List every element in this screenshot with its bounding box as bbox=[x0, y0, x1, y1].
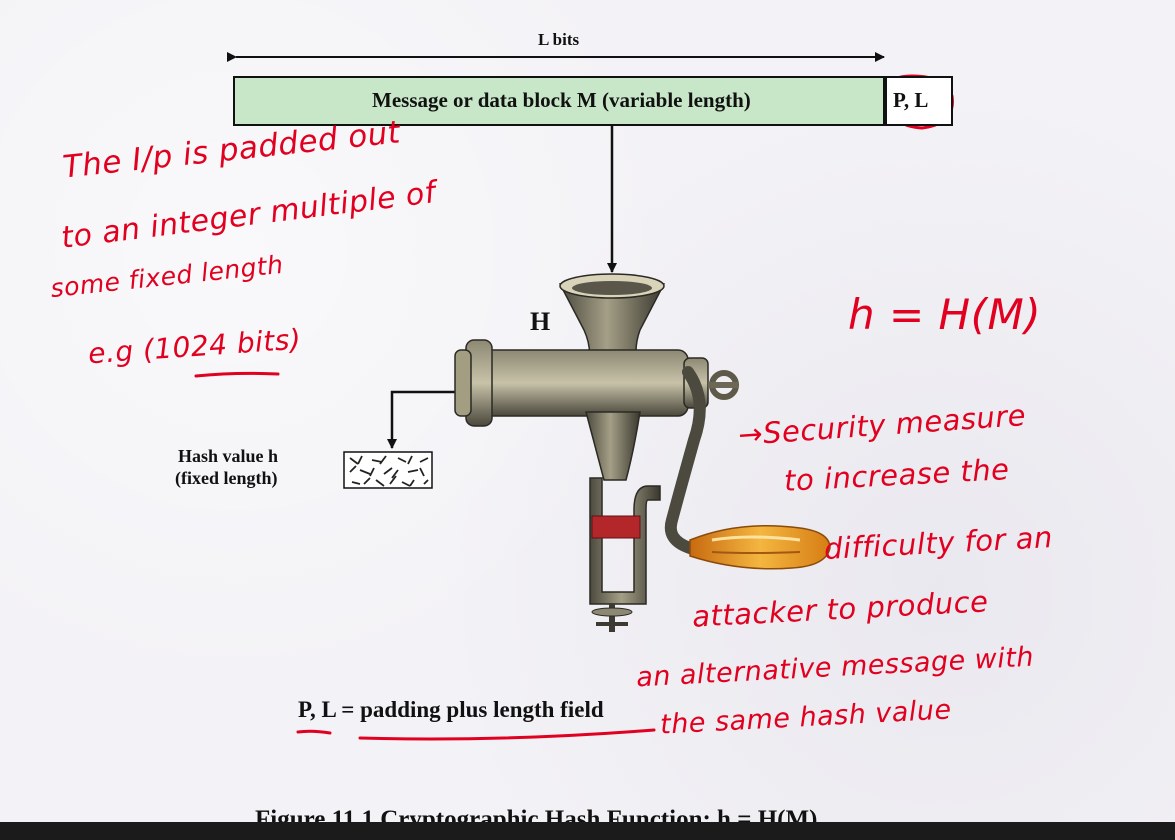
message-block-label: Message or data block M (variable length… bbox=[372, 88, 751, 112]
meat-grinder-illustration bbox=[454, 273, 831, 632]
annotation-formula: h = H(M) bbox=[848, 290, 1042, 339]
hash-value-pattern bbox=[343, 451, 433, 489]
hash-length-label: (fixed length) bbox=[175, 468, 278, 488]
padding-length-label: P, L bbox=[893, 88, 929, 112]
padding-underline bbox=[358, 728, 656, 741]
bottom-bar bbox=[0, 822, 1175, 840]
padding-note: P, L = padding plus length field bbox=[298, 697, 604, 722]
bits-underline bbox=[194, 371, 280, 378]
pl-underline bbox=[296, 729, 332, 735]
hash-function-label: H bbox=[530, 307, 551, 336]
hash-value-label: Hash value h bbox=[178, 446, 279, 466]
length-label: L bits bbox=[538, 30, 580, 49]
